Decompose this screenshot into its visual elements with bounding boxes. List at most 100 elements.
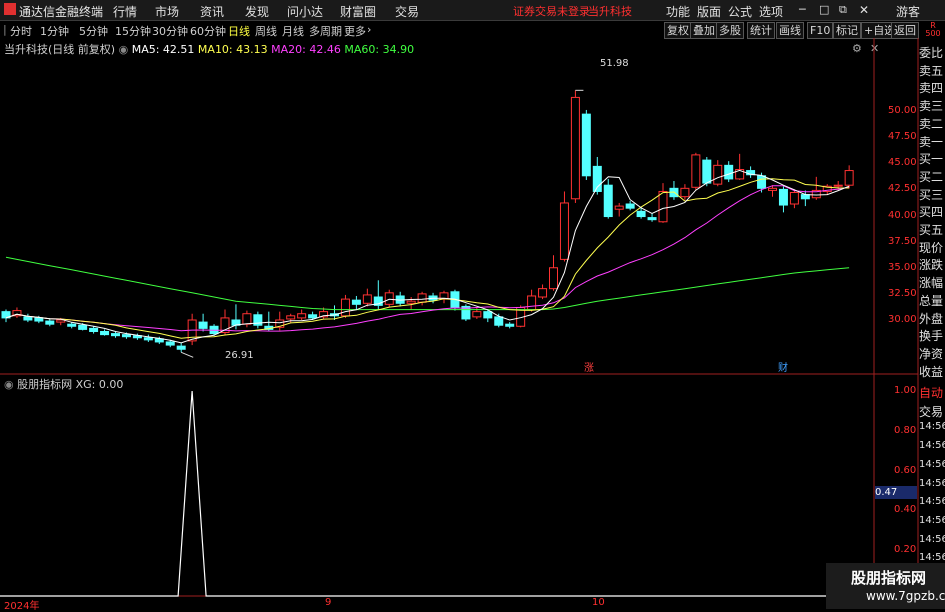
indicator-settings-icon[interactable]: ◉ <box>4 378 14 391</box>
quote-row-label: 卖一 <box>919 134 944 149</box>
indicator-tick-label: 0.40 <box>894 504 917 516</box>
menu-banmian[interactable]: 版面 <box>697 3 721 20</box>
period-60min[interactable]: 60分钟 <box>190 23 226 39</box>
candle-body <box>198 321 208 329</box>
trade-time[interactable]: 14:56 <box>919 459 945 470</box>
financial-report-marker[interactable]: 财 <box>778 359 788 374</box>
trade-label[interactable]: 自动 <box>919 384 945 401</box>
limit-up-marker[interactable]: 涨 <box>584 359 594 374</box>
tool-diejia-button[interactable]: 叠加 <box>690 22 718 39</box>
candle-body <box>768 187 777 191</box>
menu-zixun[interactable]: 资讯 <box>200 3 224 20</box>
period-multi[interactable]: 多周期 <box>309 23 342 39</box>
menu-shichang[interactable]: 市场 <box>155 3 179 20</box>
x-label-year: 2024年 <box>4 601 40 612</box>
price-tick-label: 40.00 <box>888 209 917 221</box>
quote-row-label: 外盘 <box>919 311 944 326</box>
trade-time[interactable]: 14:56 <box>919 496 945 507</box>
period-monthly[interactable]: 月线 <box>282 23 304 39</box>
quote-row-label: 买二 <box>919 169 944 184</box>
candle-body <box>89 327 99 332</box>
x-label-sept: 9 <box>325 597 332 608</box>
menu-hangqing[interactable]: 行情 <box>113 3 137 20</box>
candle-body <box>286 315 296 320</box>
menu-wenxiaoda[interactable]: 问小达 <box>287 3 323 20</box>
price-tick-label: 37.50 <box>888 235 917 247</box>
quote-row-label: 买一 <box>919 152 944 167</box>
period-5min[interactable]: 5分钟 <box>79 23 108 39</box>
period-fenshi[interactable]: 分时 <box>10 23 32 39</box>
watermark-title: 股朋指标网 <box>851 569 927 587</box>
minimize-icon[interactable]: ─ <box>799 3 806 16</box>
candle-body <box>625 203 635 209</box>
tool-huaxian-button[interactable]: 画线 <box>776 22 804 39</box>
candle-body <box>636 210 646 218</box>
candle-body <box>111 333 120 337</box>
period-15min[interactable]: 15分钟 <box>115 23 151 39</box>
menu-caifuquan[interactable]: 财富圈 <box>340 3 376 20</box>
menu-xuanxiang[interactable]: 选项 <box>759 3 783 20</box>
quote-row-label: 涨幅 <box>919 276 944 291</box>
indicator-name: 股朋指标网 <box>17 378 73 391</box>
quote-row-label: 买五 <box>919 223 944 237</box>
period-more[interactable]: 更多 <box>344 23 366 39</box>
candle-body <box>614 205 624 210</box>
kline-chart[interactable] <box>0 38 945 609</box>
tool-biaoji-button[interactable]: 标记 <box>833 22 861 39</box>
menu-gongshi[interactable]: 公式 <box>728 3 752 20</box>
quote-row-label: 买三 <box>919 187 944 202</box>
restore-icon[interactable]: ⧉ <box>839 3 847 17</box>
login-notice[interactable]: 证券交易未登录 <box>513 3 590 19</box>
collapse-icon[interactable]: | <box>3 23 7 36</box>
period-toolbar: | 分时 1分钟 5分钟 15分钟 30分钟 60分钟 日线 周线 月线 多周期… <box>0 21 945 39</box>
candle-body <box>647 217 657 221</box>
trade-time[interactable]: 14:56 <box>919 440 945 451</box>
right-panel-500: 500 <box>925 29 941 38</box>
candle-body <box>242 313 252 325</box>
trade-time[interactable]: 14:56 <box>919 478 945 489</box>
maximize-icon[interactable]: □ <box>819 3 829 16</box>
right-panel-header[interactable]: R 500 <box>921 22 945 38</box>
candle-body <box>483 311 493 319</box>
tool-duogu-button[interactable]: 多股 <box>716 22 744 39</box>
candle-body <box>757 175 767 189</box>
indicator-tick-label: 0.80 <box>894 424 917 436</box>
period-daily[interactable]: 日线 <box>228 23 250 39</box>
period-30min[interactable]: 30分钟 <box>152 23 188 39</box>
guest-label[interactable]: 游客 <box>896 3 920 20</box>
indicator-tick-label: 0.20 <box>894 544 917 555</box>
trade-time[interactable]: 14:56 <box>919 534 945 545</box>
candle-body <box>833 184 843 187</box>
trade-label[interactable]: 交易 <box>919 403 945 420</box>
tool-f10-button[interactable]: F10 <box>807 22 834 39</box>
period-1min[interactable]: 1分钟 <box>40 23 69 39</box>
candle-body <box>34 317 44 322</box>
menu-gongneng[interactable]: 功能 <box>666 3 690 20</box>
tool-fanhui-button[interactable]: 返回 <box>891 22 919 39</box>
trade-time[interactable]: 14:56 <box>919 515 945 526</box>
close-icon[interactable]: ✕ <box>859 3 869 17</box>
menu-faxian[interactable]: 发现 <box>245 3 269 20</box>
candle-body <box>559 202 569 260</box>
period-weekly[interactable]: 周线 <box>255 23 277 39</box>
tool-fuquan-button[interactable]: 复权 <box>664 22 692 39</box>
indicator-tick-label: 1.00 <box>894 385 917 396</box>
more-chevron-icon[interactable]: › <box>367 23 371 36</box>
low-price-label: 26.91 <box>225 350 254 361</box>
candle-body <box>67 323 77 327</box>
candle-body <box>691 154 701 188</box>
quote-row-label: 卖三 <box>919 99 944 114</box>
quote-row-label: 卖五 <box>919 63 944 78</box>
candle-body <box>176 345 186 350</box>
trade-time[interactable]: 14:56 <box>919 552 945 563</box>
candle-body <box>384 292 394 305</box>
tool-tongji-button[interactable]: 统计 <box>747 22 775 39</box>
menu-jiaoyi[interactable]: 交易 <box>395 3 419 20</box>
quote-row-label: 总量 <box>919 293 944 308</box>
low-marker <box>181 351 194 358</box>
candle-body <box>724 164 734 180</box>
candle-body <box>844 170 854 186</box>
menu-bar: 通达信金融终端 行情 市场 资讯 发现 问小达 财富圈 交易 证券交易未登录 当… <box>0 0 945 21</box>
candle-body <box>297 313 307 319</box>
trade-time[interactable]: 14:56 <box>919 421 945 432</box>
